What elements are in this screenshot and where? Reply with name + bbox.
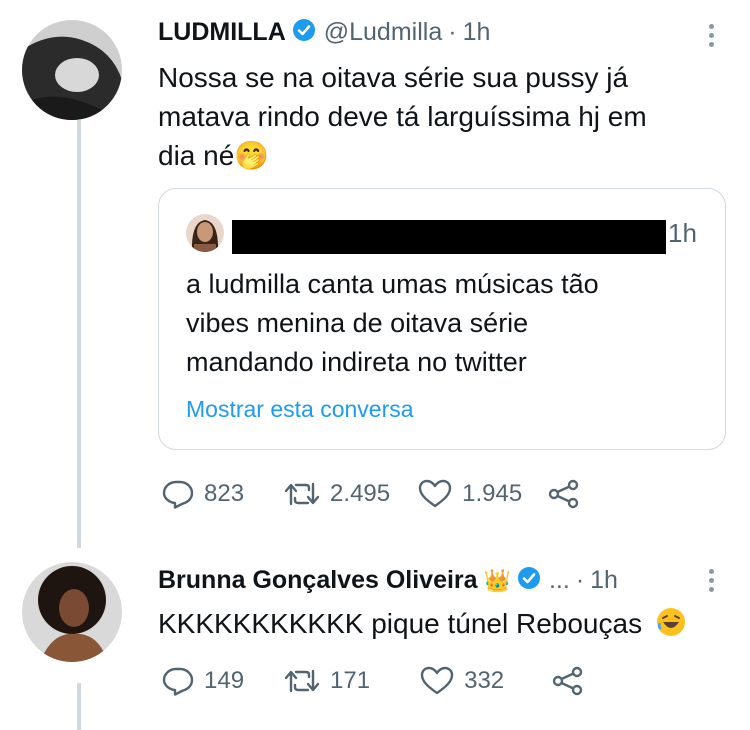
like-icon — [418, 479, 452, 508]
tweet1-text-line: dia né🤭 — [158, 140, 270, 171]
quoted-tweet-time[interactable]: 1h — [668, 218, 697, 249]
laughing-face-icon — [656, 607, 686, 637]
tweet1-separator: · — [448, 18, 457, 46]
retweet-count: 171 — [330, 667, 371, 694]
tweet1-text: Nossa se na oitava série sua pussy já ma… — [158, 58, 647, 175]
reply-count: 149 — [204, 667, 245, 694]
reply-icon — [162, 480, 194, 509]
verified-badge-icon — [517, 566, 541, 595]
thread-line-bottom — [77, 683, 81, 730]
crown-icon: 👑 — [483, 567, 511, 593]
tweet1-text-line: matava rindo deve tá larguíssima hj em — [158, 101, 647, 132]
redacted-author-bar — [232, 220, 666, 254]
like-count: 1.945 — [462, 480, 523, 507]
more-options-icon[interactable] — [709, 24, 715, 51]
retweet-count: 2.495 — [330, 480, 391, 507]
like-icon — [420, 666, 454, 695]
quoted-text-line: vibes menina de oitava série — [186, 308, 529, 338]
retweet-icon — [284, 482, 320, 506]
show-thread-link[interactable]: Mostrar esta conversa — [186, 396, 414, 423]
like-button[interactable]: 332 — [420, 666, 504, 696]
share-button[interactable] — [548, 479, 590, 509]
retweet-button[interactable]: 2.495 — [284, 480, 390, 508]
tweet2-separator: · — [575, 566, 585, 594]
avatar-ludmilla[interactable] — [22, 20, 122, 120]
reply-button[interactable]: 823 — [162, 479, 244, 509]
share-button[interactable] — [552, 666, 594, 696]
tweet2-handle-truncated[interactable]: ... — [549, 566, 570, 595]
tweet2-actions: 149 171 332 — [162, 666, 594, 696]
reply-icon — [162, 667, 194, 696]
like-button[interactable]: 1.945 — [418, 479, 522, 509]
tweet1-actions: 823 2.495 1.945 — [162, 479, 590, 509]
tweet2-text: KKKKKKKKKKK pique túnel Rebouças — [158, 604, 686, 643]
tweet2-header: Brunna Gonçalves Oliveira 👑 ... · 1h — [158, 566, 618, 595]
tweet1-header: LUDMILLA @Ludmilla · 1h — [158, 18, 490, 47]
tweet2-text-body: KKKKKKKKKKK pique túnel Rebouças — [158, 608, 643, 639]
avatar-brunna[interactable] — [22, 562, 122, 662]
reply-count: 823 — [204, 480, 245, 507]
quoted-tweet-text: a ludmilla canta umas músicas tão vibes … — [186, 265, 599, 382]
quoted-tweet-avatar[interactable] — [186, 214, 224, 252]
quoted-text-line: a ludmilla canta umas músicas tão — [186, 269, 599, 299]
tweet1-time[interactable]: 1h — [463, 18, 491, 47]
tweet1-text-line: Nossa se na oitava série sua pussy já — [158, 62, 629, 93]
tweet1-author-name[interactable]: LUDMILLA — [158, 18, 286, 47]
more-options-icon[interactable] — [709, 569, 715, 596]
reply-button[interactable]: 149 — [162, 666, 244, 696]
thread-line-top — [77, 120, 81, 548]
retweet-button[interactable]: 171 — [284, 667, 370, 695]
retweet-icon — [284, 669, 320, 693]
tweet2-time[interactable]: 1h — [590, 566, 618, 595]
share-icon — [552, 666, 583, 696]
share-icon — [548, 479, 579, 509]
tweet1-handle[interactable]: @Ludmilla — [324, 18, 442, 47]
tweet2-author-name[interactable]: Brunna Gonçalves Oliveira — [158, 566, 478, 595]
quoted-text-line: mandando indireta no twitter — [186, 347, 527, 377]
verified-badge-icon — [292, 18, 316, 47]
like-count: 332 — [464, 667, 505, 694]
